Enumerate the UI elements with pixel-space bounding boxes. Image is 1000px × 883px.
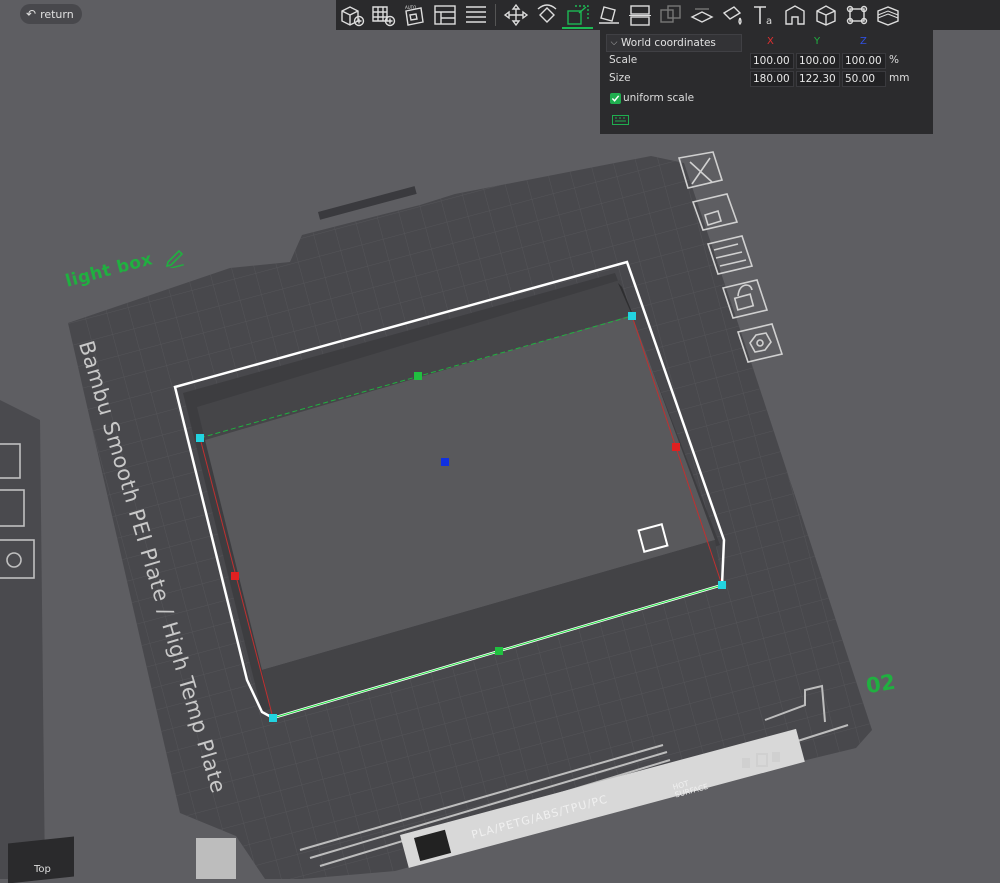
size-z-input[interactable] [842, 71, 886, 87]
view-cube-top[interactable]: Top [8, 836, 74, 883]
view-top-label: Top [34, 863, 51, 875]
svg-text:AUTO: AUTO [405, 5, 416, 10]
add-plate-icon[interactable] [367, 1, 398, 29]
mesh-boolean-icon[interactable] [655, 1, 686, 29]
scale-label: Scale [609, 54, 638, 66]
keyboard-icon[interactable] [612, 115, 629, 125]
size-x-input[interactable] [750, 71, 794, 87]
size-unit: mm [889, 72, 910, 84]
text-emboss-icon[interactable]: a [748, 1, 779, 29]
axis-x-header: X [767, 36, 774, 47]
coordinate-system-value: World coordinates [621, 37, 716, 49]
support-paint-icon[interactable] [686, 1, 717, 29]
split-layout-icon[interactable] [460, 1, 491, 29]
move-icon[interactable] [500, 1, 531, 29]
scale-x-input[interactable] [750, 53, 794, 69]
svg-text:a: a [766, 16, 772, 27]
return-button[interactable]: ↶ return [20, 4, 82, 24]
lay-on-face-icon[interactable] [593, 1, 624, 29]
edit-pencil-icon[interactable] [164, 246, 186, 268]
plate-number: 02 [864, 669, 898, 699]
measure-icon[interactable] [810, 1, 841, 29]
scale-unit: % [889, 54, 899, 66]
auto-orient-icon[interactable]: AUTO [398, 1, 429, 29]
add-object-icon[interactable] [336, 1, 367, 29]
scale-icon[interactable] [562, 1, 593, 29]
uniform-scale-checkbox[interactable] [610, 93, 621, 104]
variable-layer-icon[interactable] [872, 1, 903, 29]
top-toolbar: AUTO a [336, 0, 1000, 30]
undo-arrow-icon: ↶ [26, 7, 37, 21]
seam-paint-icon[interactable] [717, 1, 748, 29]
rotate-icon[interactable] [531, 1, 562, 29]
cut-icon[interactable] [624, 1, 655, 29]
arrange-icon[interactable] [429, 1, 460, 29]
uniform-scale-label: uniform scale [623, 92, 695, 104]
size-y-input[interactable] [796, 71, 840, 87]
axis-y-header: Y [814, 36, 821, 47]
brim-ears-icon[interactable] [841, 1, 872, 29]
assembly-icon[interactable] [779, 1, 810, 29]
coordinate-system-dropdown[interactable]: ⌵ World coordinates [606, 34, 742, 52]
chevron-down-icon: ⌵ [610, 38, 618, 48]
return-label: return [40, 7, 74, 21]
scale-z-input[interactable] [842, 53, 886, 69]
scale-y-input[interactable] [796, 53, 840, 69]
axis-z-header: Z [860, 36, 867, 47]
size-label: Size [609, 72, 631, 84]
adjacent-plate [0, 400, 45, 879]
